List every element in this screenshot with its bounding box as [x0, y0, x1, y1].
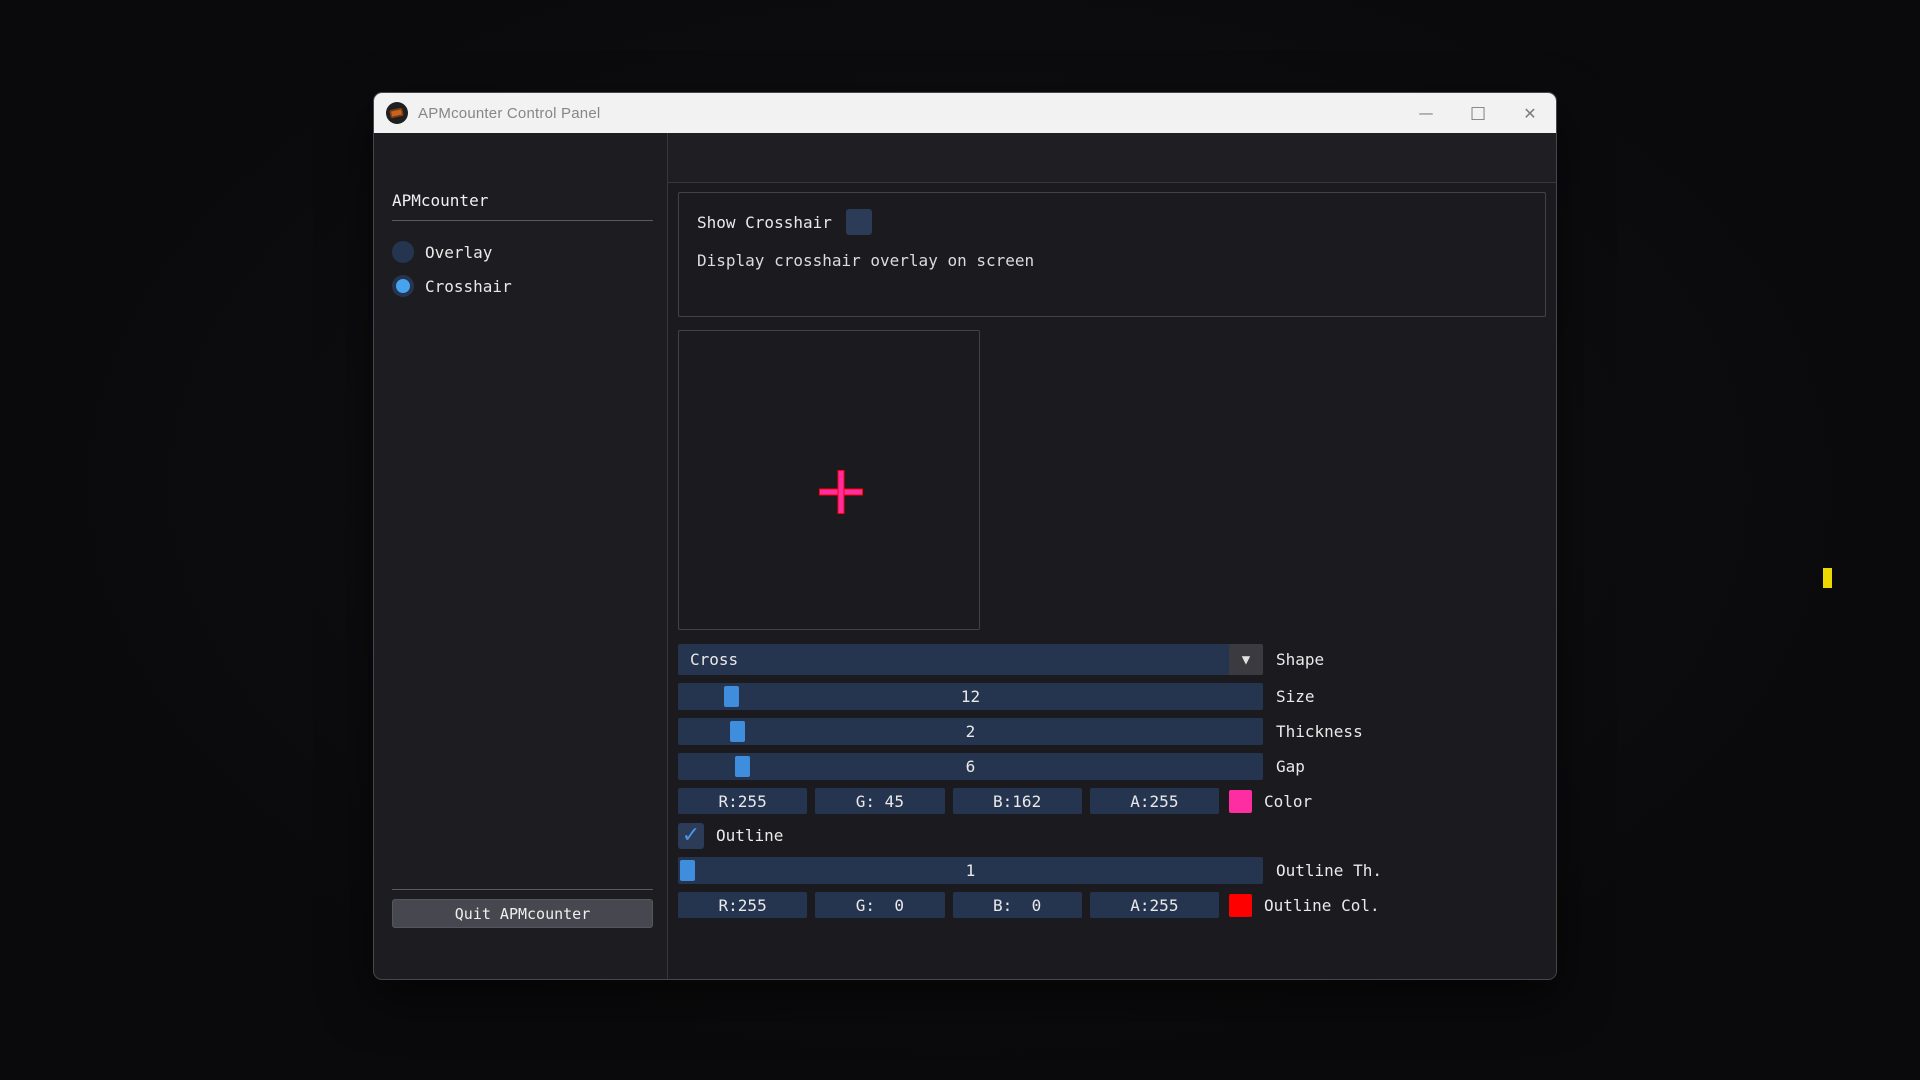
gap-label: Gap	[1276, 757, 1305, 776]
yellow-indicator	[1823, 568, 1832, 588]
outline-color-label: Outline Col.	[1264, 896, 1380, 915]
close-button[interactable]: ✕	[1504, 93, 1556, 133]
sidebar-header: APMcounter	[390, 191, 655, 210]
apmcounter-window: APMcounter Control Panel — □ ✕ APMcounte…	[373, 92, 1557, 980]
main-area: Show Crosshair Display crosshair overlay…	[668, 133, 1556, 980]
minimize-icon: —	[1419, 104, 1434, 122]
outline-thickness-label: Outline Th.	[1276, 861, 1382, 880]
close-icon: ✕	[1523, 104, 1536, 123]
desktop-background: APMcounter Control Panel — □ ✕ APMcounte…	[0, 0, 1920, 1080]
thickness-value: 2	[678, 718, 1263, 745]
color-alpha-field[interactable]: A:255	[1090, 788, 1219, 814]
show-crosshair-description: Display crosshair overlay on screen	[697, 251, 1527, 270]
outline-thickness-row: 1 Outline Th.	[678, 857, 1538, 884]
crosshair-vertical-bar	[838, 470, 845, 514]
outline-color-row: R:255 G: 0 B: 0 A:255 Outline Col.	[678, 892, 1538, 918]
outline-thickness-value: 1	[678, 857, 1263, 884]
outline-label: Outline	[716, 826, 783, 845]
crosshair-graphic	[819, 470, 863, 514]
quit-apmcounter-button[interactable]: Quit APMcounter	[392, 899, 653, 928]
thickness-row: 2 Thickness	[678, 718, 1538, 745]
outline-row: ✓ Outline	[678, 822, 1538, 849]
show-crosshair-label: Show Crosshair	[697, 213, 832, 232]
gap-value: 6	[678, 753, 1263, 780]
quit-separator: Quit APMcounter	[392, 889, 653, 928]
show-crosshair-checkbox[interactable]	[846, 209, 872, 235]
titlebar[interactable]: APMcounter Control Panel — □ ✕	[374, 93, 1556, 133]
outline-color-red-field[interactable]: R:255	[678, 892, 807, 918]
top-strip	[668, 133, 1556, 182]
outline-color-alpha-field[interactable]: A:255	[1090, 892, 1219, 918]
thickness-slider[interactable]: 2	[678, 718, 1263, 745]
radio-crosshair-icon[interactable]	[392, 275, 414, 297]
outline-color-swatch[interactable]	[1229, 894, 1252, 917]
sidebar-item-overlay[interactable]: Overlay	[390, 235, 655, 269]
check-icon: ✓	[682, 825, 700, 847]
shape-row: Cross ▼ Shape	[678, 644, 1538, 675]
maximize-button[interactable]: □	[1452, 93, 1504, 133]
show-crosshair-groupbox: Show Crosshair Display crosshair overlay…	[678, 192, 1546, 317]
color-label: Color	[1264, 792, 1312, 811]
sidebar-separator	[392, 220, 653, 221]
crosshair-preview	[678, 330, 980, 630]
gap-row: 6 Gap	[678, 753, 1538, 780]
color-swatch[interactable]	[1229, 790, 1252, 813]
shape-dropdown-arrow-button[interactable]: ▼	[1229, 644, 1263, 675]
size-value: 12	[678, 683, 1263, 710]
size-row: 12 Size	[678, 683, 1538, 710]
maximize-icon: □	[1470, 103, 1486, 123]
color-red-field[interactable]: R:255	[678, 788, 807, 814]
radio-crosshair-label: Crosshair	[425, 277, 512, 296]
radio-overlay-icon[interactable]	[392, 241, 414, 263]
app-icon-glyph	[389, 108, 403, 119]
outline-color-green-field[interactable]: G: 0	[815, 892, 944, 918]
app-icon	[386, 102, 408, 124]
minimize-button[interactable]: —	[1400, 93, 1452, 133]
crosshair-panel: Show Crosshair Display crosshair overlay…	[668, 182, 1556, 980]
window-title: APMcounter Control Panel	[418, 105, 600, 122]
shape-label: Shape	[1276, 650, 1324, 669]
outline-thickness-slider[interactable]: 1	[678, 857, 1263, 884]
color-blue-field[interactable]: B:162	[953, 788, 1082, 814]
color-green-field[interactable]: G: 45	[815, 788, 944, 814]
thickness-label: Thickness	[1276, 722, 1363, 741]
size-slider[interactable]: 12	[678, 683, 1263, 710]
chevron-down-icon: ▼	[1242, 652, 1250, 668]
gap-slider[interactable]: 6	[678, 753, 1263, 780]
shape-dropdown-value: Cross	[678, 650, 1229, 669]
outline-color-blue-field[interactable]: B: 0	[953, 892, 1082, 918]
sidebar: APMcounter Overlay Crosshair Quit APMcou…	[374, 133, 668, 980]
sidebar-item-crosshair[interactable]: Crosshair	[390, 269, 655, 303]
size-label: Size	[1276, 687, 1315, 706]
radio-overlay-label: Overlay	[425, 243, 492, 262]
sidebar-spacer	[390, 303, 655, 889]
shape-dropdown[interactable]: Cross ▼	[678, 644, 1263, 675]
outline-checkbox[interactable]: ✓	[678, 823, 704, 849]
color-row: R:255 G: 45 B:162 A:255 Color	[678, 788, 1538, 814]
crosshair-controls: Cross ▼ Shape 12	[678, 644, 1538, 918]
